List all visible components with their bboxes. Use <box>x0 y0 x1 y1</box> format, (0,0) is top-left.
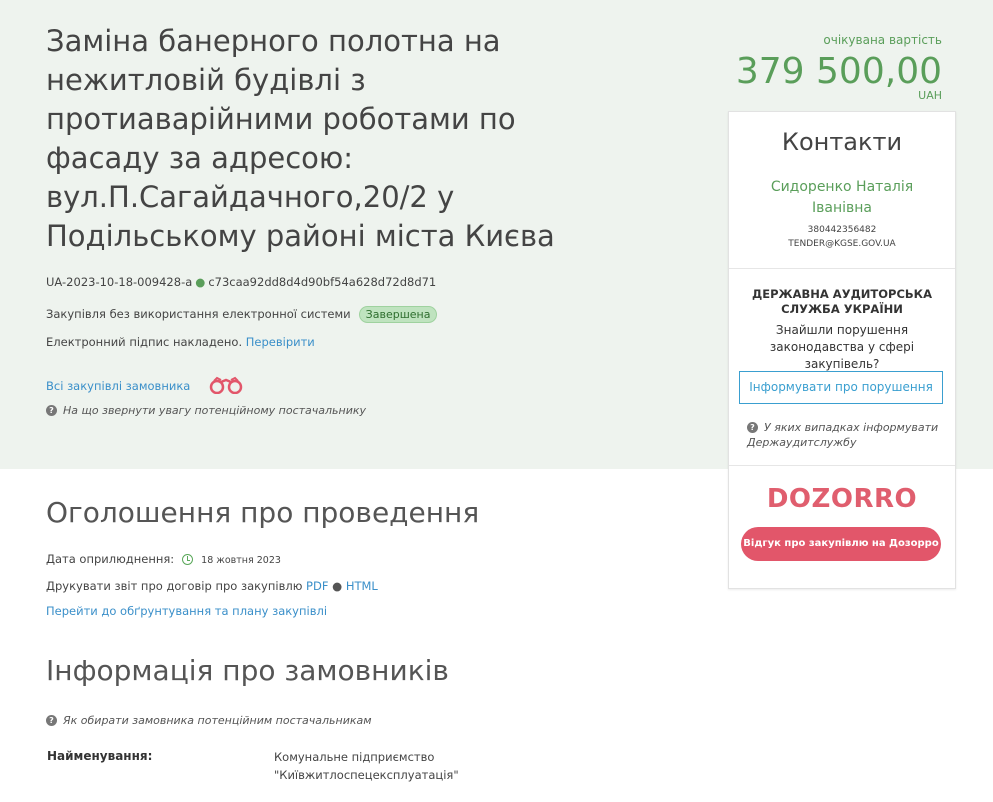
contact-email[interactable]: TENDER@KGSE.GOV.UA <box>729 237 955 251</box>
supplier-hint[interactable]: ? На що звернути увагу потенційному поста… <box>46 404 366 417</box>
publication-date-label: Дата оприлюднення: <box>46 552 175 566</box>
dasu-text: Знайшли порушення законодавства у сфері … <box>769 323 915 371</box>
publication-date-row: Дата оприлюднення: 18 жовтня 2023 <box>46 552 281 566</box>
customer-name-line2: "Київжитлоспецексплуатація" <box>274 768 459 782</box>
status-badge: Завершена <box>358 306 438 323</box>
divider <box>729 268 955 269</box>
tender-id[interactable]: UA-2023-10-18-009428-a <box>46 275 192 289</box>
publication-date-value: 18 жовтня 2023 <box>201 555 281 566</box>
announcement-heading: Оголошення про проведення <box>46 496 480 529</box>
procurement-type: Закупівля без використання електронної с… <box>46 307 351 321</box>
clock-icon <box>182 554 194 565</box>
customer-hint[interactable]: ? Як обирати замовника потенційним постач… <box>46 714 372 727</box>
dasu-hint[interactable]: ? У яких випадках інформувати Держаудитсл… <box>747 420 947 450</box>
dozorro-logo: DOZORRO <box>766 484 918 514</box>
question-icon: ? <box>46 715 57 726</box>
dasu-title: ДЕРЖАВНА АУДИТОРСЬКА СЛУЖБА УКРАЇНИ <box>752 287 932 316</box>
price-currency: UAH <box>918 89 942 102</box>
verify-signature-link[interactable]: Перевірити <box>246 335 315 349</box>
signature-row: Електронний підпис накладено. Перевірити <box>46 335 315 349</box>
customer-name-label: Найменування: <box>47 749 153 763</box>
question-icon: ? <box>46 405 57 416</box>
tender-title: Заміна банерного полотна на нежитловій б… <box>46 24 555 253</box>
question-icon: ? <box>747 422 758 433</box>
sidebar-panel: Контакти Сидоренко Наталія Іванівна 3804… <box>728 111 956 589</box>
contact-phone: 380442356482 <box>807 225 877 235</box>
customers-heading: Інформація про замовників <box>46 654 449 687</box>
tender-ids: UA-2023-10-18-009428-a ● c73caa92dd8d4d90b… <box>46 275 436 289</box>
report-violation-button[interactable]: Інформувати про порушення <box>739 371 943 404</box>
contacts-title: Контакти <box>781 128 903 156</box>
tender-hash: c73caa92dd8d4d90bf54a628d72d8d71 <box>208 275 437 289</box>
dot-separator: ● <box>332 579 343 593</box>
customer-hint-text: Як обирати замовника потенційним постача… <box>63 714 372 727</box>
all-purchases-row: Всі закупівлі замовника <box>46 376 244 397</box>
print-report-row: Друкувати звіт про договір про закупівлю… <box>46 579 378 593</box>
pdf-link[interactable]: PDF <box>306 579 328 593</box>
html-link[interactable]: HTML <box>346 579 378 593</box>
divider <box>729 465 955 466</box>
contact-name: Сидоренко Наталія Іванівна <box>770 179 914 216</box>
supplier-hint-text: На що звернути увагу потенційному постач… <box>63 404 367 417</box>
price-label: очікувана вартість <box>823 33 942 47</box>
dasu-hint-text: У яких випадках інформувати Держаудитслу… <box>747 421 939 449</box>
plan-link-row: Перейти до обґрунтування та плану закупі… <box>46 604 327 618</box>
dot-separator: ● <box>195 275 206 289</box>
binoculars-icon[interactable] <box>208 376 244 397</box>
print-report-text: Друкувати звіт про договір про закупівлю <box>46 579 303 593</box>
customer-name-value: Комунальне підприємство "Київжитлоспецек… <box>274 748 459 784</box>
dozorro-feedback-button[interactable]: Відгук про закупівлю на Дозорро <box>741 527 941 561</box>
plan-link[interactable]: Перейти до обґрунтування та плану закупі… <box>46 604 327 618</box>
signature-text: Електронний підпис накладено. <box>46 335 243 349</box>
customer-name-line1: Комунальне підприємство <box>274 750 435 764</box>
price-amount: 379 500,00 <box>735 51 942 92</box>
all-purchases-link[interactable]: Всі закупівлі замовника <box>46 379 190 393</box>
procurement-type-row: Закупівля без використання електронної с… <box>46 306 438 323</box>
